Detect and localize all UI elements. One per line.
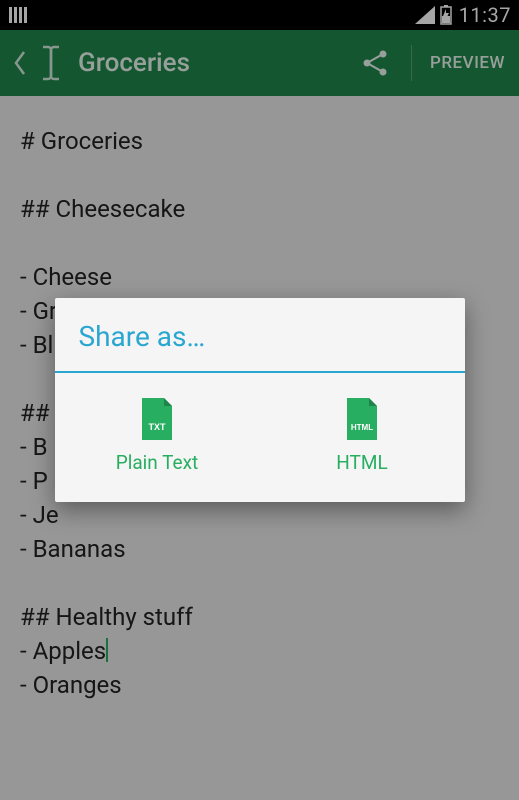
svg-text:TXT: TXT xyxy=(149,422,167,432)
svg-text:HTML: HTML xyxy=(351,423,373,432)
share-option-plain-text[interactable]: TXT Plain Text xyxy=(55,397,260,474)
share-dialog: Share as… TXT Plain Text HTML HTML xyxy=(55,298,465,502)
dialog-options: TXT Plain Text HTML HTML xyxy=(55,373,465,502)
modal-overlay[interactable]: Share as… TXT Plain Text HTML HTML xyxy=(0,0,519,800)
html-file-icon: HTML xyxy=(344,397,380,441)
dialog-title: Share as… xyxy=(55,298,465,371)
share-option-label: HTML xyxy=(336,451,387,474)
share-option-html[interactable]: HTML HTML xyxy=(260,397,465,474)
share-option-label: Plain Text xyxy=(116,451,199,474)
txt-file-icon: TXT xyxy=(139,397,175,441)
